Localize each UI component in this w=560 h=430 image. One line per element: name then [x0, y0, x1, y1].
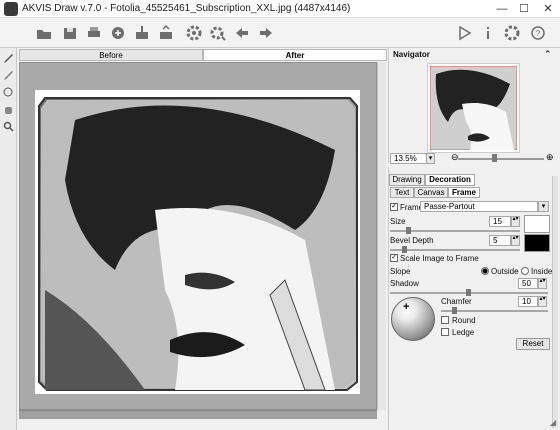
close-button[interactable]: ✕ — [538, 2, 558, 16]
collapse-arrow-icon[interactable]: ⌃ — [544, 49, 552, 60]
bevel-depth-input[interactable]: 5 — [489, 235, 511, 246]
horizontal-scrollbar[interactable] — [19, 410, 377, 419]
print-icon[interactable] — [84, 23, 104, 43]
app-logo-icon — [4, 2, 18, 16]
chamfer-input[interactable]: 10 — [518, 296, 538, 307]
slope-outside-radio[interactable] — [481, 267, 489, 275]
chamfer-label: Chamfer — [441, 297, 472, 306]
tab-decoration[interactable]: Decoration — [425, 174, 475, 186]
eraser-icon[interactable] — [2, 69, 15, 82]
bevel-depth-spinner[interactable]: ▴▾ — [511, 235, 520, 246]
slope-label: Slope — [390, 267, 411, 276]
chamfer-value: 10 — [522, 297, 531, 306]
batch-icon[interactable] — [132, 23, 152, 43]
size-slider-handle[interactable] — [406, 227, 411, 234]
tab-text[interactable]: Text — [390, 187, 414, 198]
tab-frame[interactable]: Frame — [448, 187, 480, 198]
size-input[interactable]: 15 — [489, 216, 511, 227]
window-title: AKVIS Draw v.7.0 - Fotolia_45525461_Subs… — [22, 3, 351, 14]
zoom-dropdown-icon[interactable]: ▾ — [426, 153, 435, 164]
slope-outside-label: Outside — [491, 267, 519, 276]
frame-color-light-swatch[interactable] — [524, 215, 550, 233]
shadow-input[interactable]: 50 — [518, 278, 538, 289]
reset-button[interactable]: Reset — [516, 338, 550, 350]
light-direction-sphere[interactable] — [391, 297, 435, 341]
frame-type-value: Passe-Partout — [424, 202, 475, 211]
info-icon[interactable] — [478, 23, 498, 43]
undo-icon[interactable] — [232, 23, 252, 43]
zoom-slider-handle[interactable] — [492, 154, 497, 162]
settings-icon[interactable] — [184, 23, 204, 43]
run-icon[interactable] — [454, 23, 474, 43]
light-source-crosshair-icon[interactable]: + — [403, 301, 409, 313]
frame-type-select[interactable]: Passe-Partout — [420, 201, 538, 212]
pencil-icon[interactable] — [2, 52, 15, 65]
import-icon[interactable] — [156, 23, 176, 43]
zoom-value: 13.5% — [394, 154, 417, 163]
shadow-label: Shadow — [390, 279, 419, 288]
size-spinner[interactable]: ▴▾ — [511, 216, 520, 227]
round-label: Round — [452, 316, 476, 325]
shadow-slider-handle[interactable] — [466, 289, 471, 296]
navigator-preview-image — [430, 66, 517, 150]
bevel-depth-slider-handle[interactable] — [402, 246, 407, 253]
history-brush-icon[interactable] — [2, 86, 15, 99]
artwork-image — [38, 97, 358, 391]
slope-inside-label: Inside — [531, 267, 553, 276]
tab-canvas[interactable]: Canvas — [414, 187, 448, 198]
chamfer-slider-handle[interactable] — [452, 307, 457, 314]
frame-type-dropdown-icon[interactable]: ▾ — [538, 201, 549, 212]
open-icon[interactable] — [34, 23, 54, 43]
toolbar: ? — [0, 18, 560, 48]
shadow-value: 50 — [522, 279, 531, 288]
size-label: Size — [390, 217, 406, 226]
frame-checkbox[interactable]: ✓ — [390, 203, 398, 211]
frame-color-dark-swatch[interactable] — [524, 234, 550, 252]
tab-drawing[interactable]: Drawing — [389, 174, 425, 186]
chamfer-spinner[interactable]: ▴▾ — [538, 296, 547, 307]
maximize-button[interactable]: ☐ — [514, 2, 534, 16]
shadow-spinner[interactable]: ▴▾ — [538, 278, 547, 289]
navigator-title: Navigator — [393, 50, 430, 59]
slope-inside-radio[interactable] — [521, 267, 529, 275]
title-bar: AKVIS Draw v.7.0 - Fotolia_45525461_Subs… — [0, 0, 560, 18]
help-icon[interactable]: ? — [528, 23, 548, 43]
chamfer-slider[interactable] — [441, 310, 548, 312]
zoom-in-button[interactable]: ⊕ — [546, 152, 554, 163]
scale-image-checkbox[interactable]: ✓ — [390, 254, 398, 262]
bevel-depth-label: Bevel Depth — [390, 236, 434, 245]
tab-before[interactable]: Before — [19, 49, 203, 61]
bevel-depth-slider[interactable] — [390, 249, 520, 251]
bevel-depth-value: 5 — [493, 236, 498, 245]
share-icon[interactable] — [108, 23, 128, 43]
save-icon[interactable] — [60, 23, 80, 43]
preferences-icon[interactable] — [502, 23, 522, 43]
hand-icon[interactable] — [2, 103, 15, 116]
tool-strip — [0, 48, 17, 430]
ledge-checkbox[interactable] — [441, 328, 449, 336]
preset-icon[interactable] — [208, 23, 228, 43]
tab-after[interactable]: After — [203, 49, 387, 61]
svg-text:?: ? — [536, 29, 541, 38]
settings-scrollbar[interactable] — [552, 176, 558, 428]
size-value: 15 — [493, 217, 502, 226]
scale-image-label: Scale Image to Frame — [400, 254, 479, 263]
resize-grip-icon[interactable]: ◢ — [546, 418, 560, 430]
round-checkbox[interactable] — [441, 316, 449, 324]
vertical-scrollbar[interactable] — [377, 62, 386, 410]
minimize-button[interactable]: — — [492, 2, 512, 16]
ledge-label: Ledge — [452, 328, 475, 337]
redo-icon[interactable] — [256, 23, 276, 43]
zoom-slider[interactable] — [458, 158, 544, 160]
zoom-icon[interactable] — [2, 120, 15, 133]
